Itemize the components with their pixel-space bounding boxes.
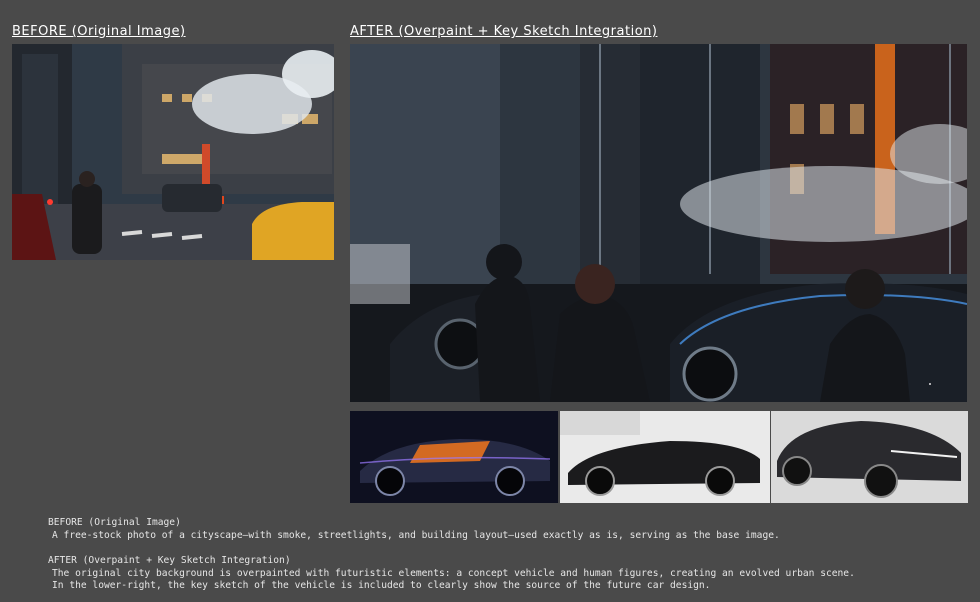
concept-car-sketch-dark-illustration	[350, 411, 558, 503]
caption-after-title: AFTER (Overpaint + Key Sketch Integratio…	[48, 555, 291, 566]
after-overpaint-artwork	[350, 44, 967, 402]
caption-after-body-line-1: The original city background is overpain…	[52, 568, 855, 579]
caption-before-title: BEFORE (Original Image)	[48, 517, 181, 528]
key-sketch-1	[350, 411, 558, 503]
after-heading: AFTER (Overpaint + Key Sketch Integratio…	[350, 24, 658, 39]
before-heading: BEFORE (Original Image)	[12, 24, 186, 39]
concept-car-sketch-gray-illustration	[771, 411, 968, 503]
futuristic-city-scene-illustration	[350, 44, 967, 402]
key-sketch-3	[771, 411, 968, 503]
city-street-photo-illustration	[12, 44, 334, 260]
concept-car-sketch-mono-illustration	[560, 411, 770, 503]
caption-after-body-line-2: In the lower-right, the key sketch of th…	[52, 580, 711, 591]
before-original-photo	[12, 44, 334, 260]
key-sketch-2	[560, 411, 770, 503]
caption-before-body: A free-stock photo of a cityscape—with s…	[52, 530, 780, 541]
